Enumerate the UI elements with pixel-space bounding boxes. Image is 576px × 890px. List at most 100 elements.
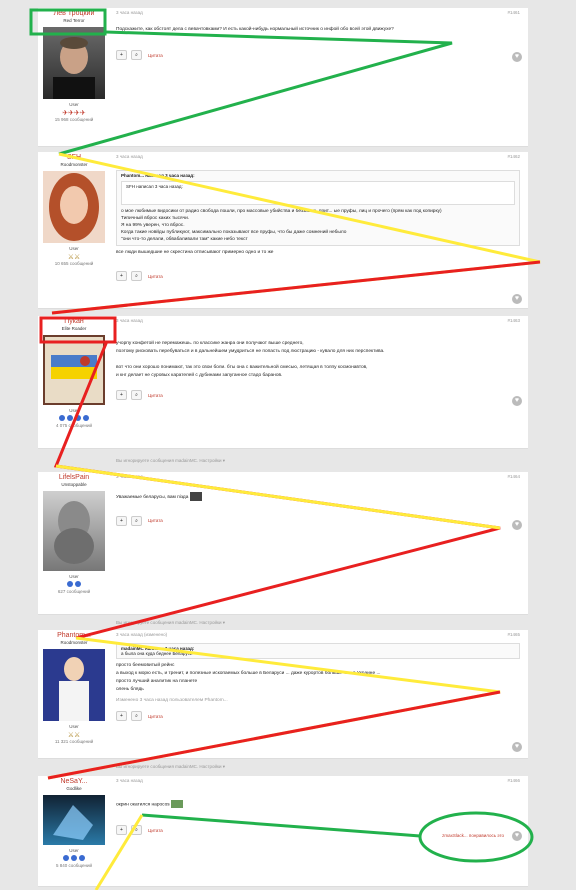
avatar[interactable]	[43, 171, 105, 243]
author-name[interactable]: Пукан	[38, 318, 110, 325]
multiquote-button[interactable]: +	[116, 50, 127, 60]
like-icon[interactable]: ♥	[512, 742, 522, 752]
multiquote-button[interactable]: +	[116, 711, 127, 721]
post-time[interactable]: 3 часа назад (изменено)	[116, 630, 167, 640]
post-toolbar: + ⌕ Цитата	[116, 390, 520, 400]
share-button[interactable]: ⌕	[131, 515, 142, 526]
author-name[interactable]: NeSaY...	[38, 778, 110, 785]
post-text-line: просто лучший аналитик на планете	[116, 679, 198, 684]
post-count: 4 075 сообщений	[55, 423, 93, 428]
share-button[interactable]: ⌕	[131, 825, 142, 836]
post-toolbar: + ⌕ Цитата	[116, 50, 520, 60]
post-number[interactable]: #1465	[507, 630, 520, 640]
like-icon[interactable]: ♥	[512, 831, 522, 841]
post-number[interactable]: #1463	[507, 316, 520, 326]
ignored-notice[interactable]: Вы игнорируете сообщения madainMC. Настр…	[116, 620, 225, 626]
author-rank: Unstoppable	[61, 482, 87, 487]
reputation-icons: ⚔⚔	[67, 732, 81, 739]
avatar[interactable]	[43, 335, 105, 405]
post-time[interactable]: 3 часа назад	[116, 472, 143, 482]
avatar[interactable]	[43, 649, 105, 721]
post-text-line: поэтому рисковать перебуваться и в дальн…	[116, 349, 385, 354]
post-time[interactable]: 3 часа назад	[116, 8, 143, 18]
multiquote-button[interactable]: +	[116, 390, 127, 400]
post-number[interactable]: #1461	[507, 8, 520, 18]
author-name[interactable]: Phantom...	[38, 632, 110, 639]
author-rank: Red Terror	[63, 18, 85, 23]
multiquote-button[interactable]: +	[116, 271, 127, 281]
avatar[interactable]	[43, 491, 105, 571]
quote-line: "они что-то делали, обвабаливали там" ка…	[121, 237, 248, 242]
post-toolbar: + ⌕ Цитата	[116, 271, 520, 281]
post-body: 3 часа назад #1464 Уважаемые беларусы, в…	[116, 472, 520, 526]
post-time[interactable]: 3 часа назад	[116, 152, 143, 162]
post-author: SFH Roodmonster User ⚔⚔ 10 655 сообщений	[38, 152, 110, 266]
post-count: 11 321 сообщений	[54, 739, 94, 744]
share-button[interactable]: ⌕	[131, 271, 142, 281]
share-button[interactable]: ⌕	[131, 50, 142, 60]
post: NeSaY... Godlike User 5 840 сообщений 3 …	[38, 776, 528, 887]
ignored-notice[interactable]: Вы игнорируете сообщения madainMC. Настр…	[116, 764, 225, 770]
like-icon[interactable]: ♥	[512, 294, 522, 304]
post-text-line: олень блядь	[116, 687, 144, 692]
post-meta: 3 часа назад #1466	[116, 776, 520, 786]
post-body: 3 часа назад #1463 учорпу конфетой не пе…	[116, 316, 520, 400]
quote-link[interactable]: Цитата	[148, 714, 163, 719]
post-text-line: а выход к морю есть, и тренит, и полезны…	[116, 671, 381, 676]
like-icon[interactable]: ♥	[512, 52, 522, 62]
author-name[interactable]: Лев Троцкий	[38, 10, 110, 17]
post-time[interactable]: 3 часа назад	[116, 776, 143, 786]
post-meta: 3 часа назад #1461	[116, 8, 520, 18]
post: Phantom... Roodmonster User ⚔⚔ 11 321 со…	[38, 630, 528, 759]
quote-block: Phantom... написал 3 часа назад: SFH нап…	[116, 170, 520, 246]
author-rank: Godlike	[66, 786, 82, 791]
post-text-line: и кнг делает не суровых карателей с дуби…	[116, 373, 283, 378]
post-author: Пукан Elite Roader User 4 075 сообщений	[38, 316, 110, 428]
quote-link[interactable]: Цитата	[148, 393, 163, 398]
post-author: Лев Троцкий Red Terror User ✈✈✈✈ 15 968 …	[38, 8, 110, 122]
like-icon[interactable]: ♥	[512, 396, 522, 406]
multiquote-button[interactable]: +	[116, 825, 127, 836]
post-number[interactable]: #1464	[507, 472, 520, 482]
share-button[interactable]: ⌕	[131, 711, 142, 721]
emoji-icon	[189, 492, 202, 501]
post-text: Подскажите, как обстоят дела с вевачтовк…	[116, 27, 394, 32]
avatar-image	[59, 657, 89, 721]
avatar-image	[54, 501, 94, 564]
avatar-image	[53, 37, 95, 99]
reputation-icons: ✈✈✈✈	[62, 110, 86, 117]
edited-note: Изменено 3 часа назад пользователем Phan…	[116, 698, 228, 703]
likes-text[interactable]: zmaxSlack... понравилось это	[442, 833, 504, 838]
post-time[interactable]: 3 часа назад	[116, 316, 143, 326]
quote-header: Phantom... написал 3 часа назад:	[121, 173, 195, 178]
author-role: User	[69, 408, 79, 413]
ignored-notice[interactable]: Вы игнорируете сообщения madainMC. Настр…	[116, 458, 225, 464]
author-role: User	[69, 848, 79, 853]
post: SFH Roodmonster User ⚔⚔ 10 655 сообщений…	[38, 152, 528, 309]
share-button[interactable]: ⌕	[131, 390, 142, 400]
author-name[interactable]: SFH	[38, 154, 110, 161]
post-body: 3 часа назад #1461 Подскажите, как обсто…	[116, 8, 520, 60]
post-text-line: учорпу конфетой не перемажешь. по класси…	[116, 341, 304, 346]
post-number[interactable]: #1466	[507, 776, 520, 786]
post-text-line	[116, 356, 520, 364]
avatar-image	[53, 805, 93, 840]
avatar[interactable]	[43, 795, 105, 845]
quote-link[interactable]: Цитата	[148, 828, 163, 833]
post: LifelsPain Unstoppable User 627 сообщени…	[38, 472, 528, 615]
multiquote-button[interactable]: +	[116, 515, 127, 526]
post-meta: 3 часа назад (изменено) #1465	[116, 630, 520, 640]
post-count: 10 655 сообщений	[54, 261, 94, 266]
like-icon[interactable]: ♥	[512, 520, 522, 530]
quote-text: а была она куда беднее Беларуси	[121, 651, 193, 656]
quote-link[interactable]: Цитата	[148, 53, 163, 58]
post-number[interactable]: #1462	[507, 152, 520, 162]
quote-link[interactable]: Цитата	[148, 274, 163, 279]
author-name[interactable]: LifelsPain	[38, 474, 110, 481]
quote-link[interactable]: Цитата	[148, 518, 163, 523]
quote-line: Типичный вброс каких тысячи.	[121, 216, 190, 221]
reputation-icons	[38, 581, 110, 589]
post-count: 5 840 сообщений	[55, 863, 93, 868]
nested-quote: SFH написал 3 часа назад:	[121, 181, 515, 205]
avatar[interactable]	[43, 27, 105, 99]
